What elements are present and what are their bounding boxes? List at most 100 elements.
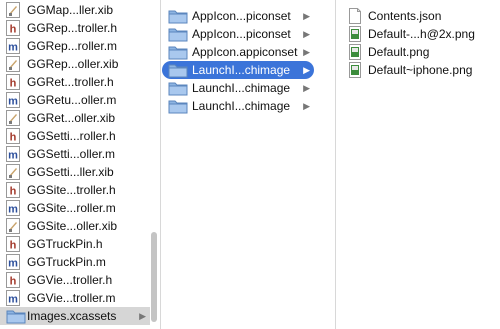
content-list-row[interactable]: Default-...h@2x.png <box>335 25 495 43</box>
asset-list-row[interactable]: LaunchI...chimage ▶ <box>162 79 314 97</box>
objc-file-icon: m <box>6 200 20 216</box>
png-image-icon <box>349 26 361 42</box>
asset-list-label: AppIcon.appiconset <box>192 45 298 59</box>
xib-file-icon <box>6 2 20 18</box>
header-file-icon: h <box>6 20 20 36</box>
disclosure-arrow-icon[interactable]: ▶ <box>303 43 310 61</box>
xib-file-icon <box>6 164 20 180</box>
file-list-label: GGSite...roller.m <box>27 201 116 215</box>
disclosure-arrow-icon[interactable]: ▶ <box>303 79 310 97</box>
file-list-label: GGTruckPin.h <box>27 237 103 251</box>
file-list-label: Images.xcassets <box>27 309 117 323</box>
file-list-row[interactable]: GGRet...oller.xib <box>0 109 150 127</box>
content-list-label: Default.png <box>368 45 430 59</box>
file-list-row[interactable]: GGRep...oller.xib <box>0 55 150 73</box>
file-list-label: GGVie...troller.m <box>27 291 116 305</box>
svg-text:h: h <box>10 276 17 288</box>
content-list-label: Default-...h@2x.png <box>368 27 475 41</box>
asset-list-row[interactable]: AppIcon...piconset ▶ <box>162 25 314 43</box>
svg-text:m: m <box>8 150 18 162</box>
disclosure-arrow-icon[interactable]: ▶ <box>303 97 310 115</box>
file-list-row[interactable]: GGMap...ller.xib <box>0 1 150 19</box>
file-list-row[interactable]: Images.xcassets ▶ <box>0 307 150 325</box>
file-list-label: GGRep...roller.m <box>27 39 118 53</box>
file-list-row[interactable]: m GGRep...roller.m <box>0 37 150 55</box>
content-list-row[interactable]: Default~iphone.png <box>335 61 495 79</box>
file-list-row[interactable]: m GGSite...roller.m <box>0 199 150 217</box>
folder-icon <box>168 8 188 24</box>
asset-list-label: LaunchI...chimage <box>192 63 291 77</box>
file-column-2[interactable]: AppIcon...piconset ▶ AppIcon...piconset ▶ Ap… <box>160 0 324 329</box>
file-list-label: GGSetti...ller.xib <box>27 165 114 179</box>
file-list-label: GGRet...oller.xib <box>27 111 116 125</box>
file-list-row[interactable]: h GGSite...troller.h <box>0 181 150 199</box>
png-image-icon <box>349 62 361 78</box>
folder-icon <box>168 98 188 114</box>
asset-list-row[interactable]: LaunchI...chimage ▶ <box>162 97 314 115</box>
file-list-label: GGVie...troller.h <box>27 273 113 287</box>
asset-list-label: AppIcon...piconset <box>192 27 291 41</box>
objc-file-icon: m <box>6 146 20 162</box>
header-file-icon: h <box>6 182 20 198</box>
document-icon <box>349 8 361 24</box>
content-list-row[interactable]: Contents.json <box>335 7 495 25</box>
file-list-row[interactable]: m GGSetti...oller.m <box>0 145 150 163</box>
folder-icon <box>168 26 188 42</box>
svg-text:m: m <box>8 96 18 108</box>
asset-list-label: LaunchI...chimage <box>192 99 291 113</box>
objc-file-icon: m <box>6 92 20 108</box>
header-file-icon: h <box>6 128 20 144</box>
file-list-row[interactable]: GGSetti...ller.xib <box>0 163 150 181</box>
svg-text:h: h <box>10 186 17 198</box>
svg-text:h: h <box>10 24 17 36</box>
asset-list-label: LaunchI...chimage <box>192 81 291 95</box>
objc-file-icon: m <box>6 290 20 306</box>
file-list-row[interactable]: h GGVie...troller.h <box>0 271 150 289</box>
objc-file-icon: m <box>6 38 20 54</box>
file-list-label: GGMap...ller.xib <box>27 3 114 17</box>
asset-list-row[interactable]: AppIcon.appiconset ▶ <box>162 43 314 61</box>
file-list-row[interactable]: m GGVie...troller.m <box>0 289 150 307</box>
file-list-row[interactable]: h GGRet...troller.h <box>0 73 150 91</box>
file-list-label: GGSetti...roller.h <box>27 129 116 143</box>
png-image-icon <box>349 44 361 60</box>
svg-text:h: h <box>10 132 17 144</box>
file-list-label: GGSite...troller.h <box>27 183 116 197</box>
folder-icon <box>168 44 188 60</box>
content-list-label: Contents.json <box>368 9 442 23</box>
disclosure-arrow-icon[interactable]: ▶ <box>303 25 310 43</box>
svg-text:h: h <box>10 78 17 90</box>
scrollbar-column-1[interactable] <box>151 232 157 322</box>
svg-text:m: m <box>8 294 18 306</box>
svg-text:h: h <box>10 240 17 252</box>
header-file-icon: h <box>6 236 20 252</box>
file-list-row[interactable]: h GGSetti...roller.h <box>0 127 150 145</box>
svg-text:m: m <box>8 258 18 270</box>
disclosure-arrow-icon[interactable]: ▶ <box>303 61 310 79</box>
header-file-icon: h <box>6 272 20 288</box>
asset-list-label: AppIcon...piconset <box>192 9 291 23</box>
objc-file-icon: m <box>6 254 20 270</box>
file-list-label: GGSetti...oller.m <box>27 147 116 161</box>
file-list-label: GGRetu...oller.m <box>27 93 117 107</box>
file-list-label: GGRep...troller.h <box>27 21 118 35</box>
folder-icon <box>6 308 26 324</box>
file-list-row[interactable]: GGSite...oller.xib <box>0 217 150 235</box>
file-column-1[interactable]: GGMap...ller.xib h GGRep...troller.h m GGRep… <box>0 0 160 329</box>
asset-list-row[interactable]: LaunchI...chimage ▶ <box>162 61 314 79</box>
disclosure-arrow-icon[interactable]: ▶ <box>139 307 146 325</box>
file-list-row[interactable]: h GGRep...troller.h <box>0 19 150 37</box>
file-list-row[interactable]: m GGTruckPin.m <box>0 253 150 271</box>
folder-icon <box>168 80 188 96</box>
file-list-label: GGSite...oller.xib <box>27 219 118 233</box>
asset-list-row[interactable]: AppIcon...piconset ▶ <box>162 7 314 25</box>
disclosure-arrow-icon[interactable]: ▶ <box>303 7 310 25</box>
xib-file-icon <box>6 56 20 72</box>
file-column-3[interactable]: Contents.json Default-...h@2x.png Default.… <box>335 0 500 329</box>
file-list-row[interactable]: h GGTruckPin.h <box>0 235 150 253</box>
file-list-row[interactable]: m GGRetu...oller.m <box>0 91 150 109</box>
xib-file-icon <box>6 218 20 234</box>
content-list-row[interactable]: Default.png <box>335 43 495 61</box>
content-list-label: Default~iphone.png <box>368 63 473 77</box>
file-list-label: GGTruckPin.m <box>27 255 106 269</box>
